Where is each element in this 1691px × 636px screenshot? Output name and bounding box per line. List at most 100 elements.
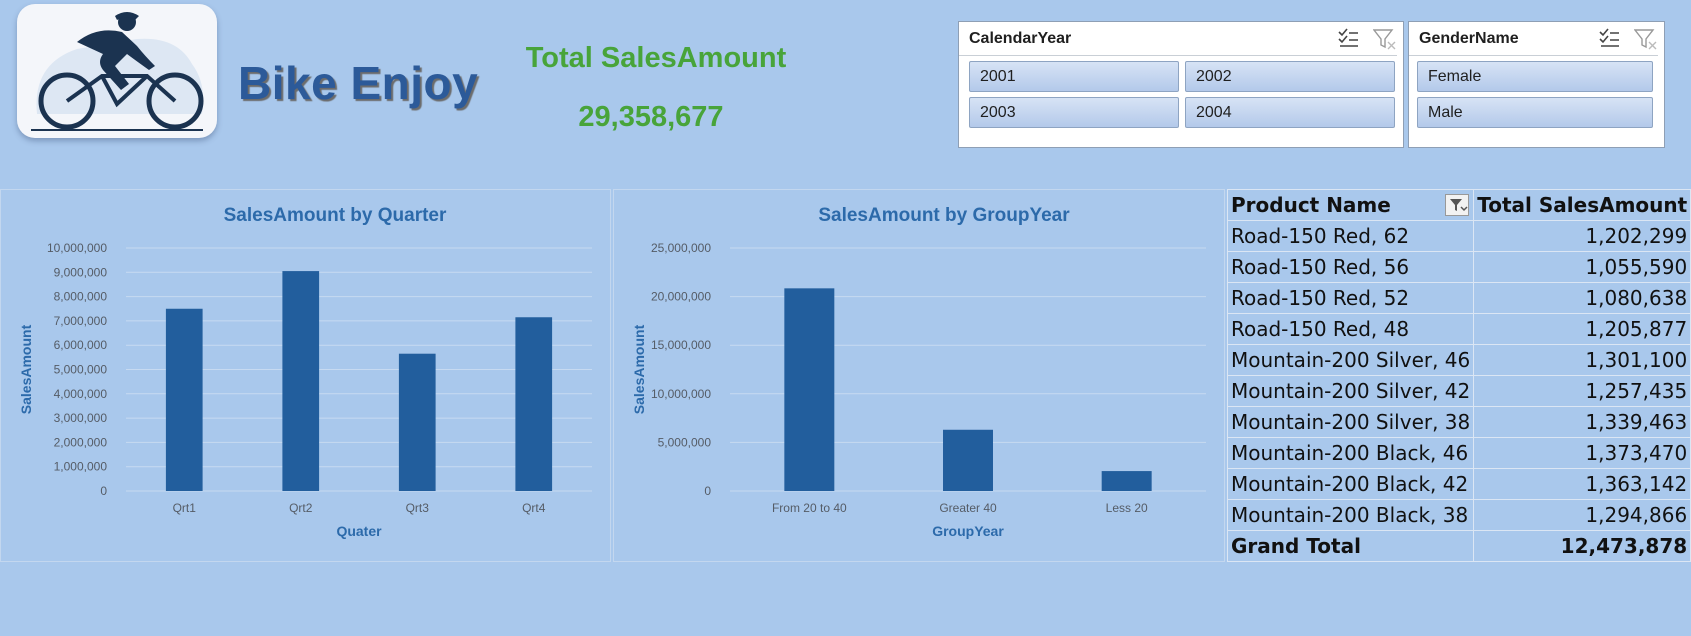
product-name-cell[interactable]: Mountain-200 Black, 42	[1226, 468, 1475, 500]
header-label: Product Name	[1231, 193, 1391, 217]
slicer-item-2003[interactable]: 2003	[969, 97, 1179, 128]
pivot-header-row: Product Name Total SalesAmount	[1226, 189, 1691, 221]
chart-svg: SalesAmount by GroupYear 0 5,000,000 10,000…	[631, 205, 1206, 539]
product-name-cell[interactable]: Mountain-200 Silver, 42	[1226, 375, 1475, 407]
chart-svg: SalesAmount by Quarter 0 1,000,000 2,000,00…	[18, 205, 592, 539]
x-tick-label: Qrt1	[173, 501, 197, 515]
sales-amount-cell[interactable]: 1,257,435	[1473, 375, 1691, 407]
x-axis-label: Quater	[336, 523, 382, 539]
slicer-item-male[interactable]: Male	[1417, 97, 1653, 128]
sales-amount-cell[interactable]: 1,205,877	[1473, 313, 1691, 345]
sales-amount-cell[interactable]: 1,339,463	[1473, 406, 1691, 438]
sales-amount-cell[interactable]: 1,294,866	[1473, 499, 1691, 531]
sales-amount-cell[interactable]: 1,363,142	[1473, 468, 1691, 500]
y-tick-label: 6,000,000	[54, 338, 108, 352]
x-axis-label: GroupYear	[932, 523, 1004, 539]
bar	[398, 353, 436, 491]
cyclist-icon	[31, 12, 204, 131]
table-row[interactable]: Mountain-200 Silver, 46 1,301,100	[1226, 344, 1691, 376]
pivot-header-total[interactable]: Total SalesAmount	[1473, 189, 1691, 221]
pivot-header-product[interactable]: Product Name	[1226, 189, 1475, 221]
slicer-item-2001[interactable]: 2001	[969, 61, 1179, 92]
y-tick-label: 5,000,000	[54, 363, 108, 377]
sales-amount-cell[interactable]: 1,202,299	[1473, 220, 1691, 252]
x-tick-label: From 20 to 40	[772, 501, 847, 515]
bar	[784, 288, 835, 491]
product-name-cell[interactable]: Mountain-200 Silver, 38	[1226, 406, 1475, 438]
x-tick-label: Qrt2	[289, 501, 313, 515]
product-name-cell[interactable]: Road-150 Red, 48	[1226, 313, 1475, 345]
sales-amount-cell[interactable]: 1,373,470	[1473, 437, 1691, 469]
grand-total-row[interactable]: Grand Total 12,473,878	[1226, 530, 1691, 562]
y-tick-label: 20,000,000	[651, 290, 711, 304]
bike-logo	[17, 4, 217, 138]
table-row[interactable]: Road-150 Red, 52 1,080,638	[1226, 282, 1691, 314]
x-tick-label: Greater 40	[939, 501, 997, 515]
product-name-cell[interactable]: Mountain-200 Black, 46	[1226, 437, 1475, 469]
kpi-title: Total SalesAmount	[525, 42, 787, 74]
table-row[interactable]: Mountain-200 Black, 42 1,363,142	[1226, 468, 1691, 500]
table-row[interactable]: Road-150 Red, 62 1,202,299	[1226, 220, 1691, 252]
slicer-header: GenderName	[1409, 22, 1658, 56]
grand-total-label: Grand Total	[1226, 530, 1475, 562]
y-tick-label: 0	[704, 484, 711, 498]
y-tick-label: 7,000,000	[54, 314, 108, 328]
y-tick-label: 9,000,000	[54, 265, 108, 279]
clear-filter-icon[interactable]	[1373, 28, 1397, 50]
sales-amount-cell[interactable]: 1,080,638	[1473, 282, 1691, 314]
product-name-cell[interactable]: Road-150 Red, 62	[1226, 220, 1475, 252]
y-axis-label: SalesAmount	[631, 324, 647, 414]
pivot-table: Product Name Total SalesAmount Road-150 …	[1226, 189, 1691, 562]
y-tick-label: 5,000,000	[658, 435, 712, 449]
table-row[interactable]: Mountain-200 Silver, 42 1,257,435	[1226, 375, 1691, 407]
y-tick-label: 3,000,000	[54, 411, 108, 425]
sales-amount-cell[interactable]: 1,055,590	[1473, 251, 1691, 283]
table-row[interactable]: Mountain-200 Silver, 38 1,339,463	[1226, 406, 1691, 438]
bar	[1101, 471, 1152, 491]
multi-select-icon[interactable]	[1598, 28, 1620, 48]
slicer-item-2004[interactable]: 2004	[1185, 97, 1395, 128]
bar	[943, 429, 993, 491]
table-row[interactable]: Mountain-200 Black, 38 1,294,866	[1226, 499, 1691, 531]
y-tick-label: 15,000,000	[651, 338, 711, 352]
y-axis-label: SalesAmount	[18, 324, 34, 414]
chart-title: SalesAmount by Quarter	[224, 205, 447, 226]
bar	[165, 308, 203, 491]
slicer-header: CalendarYear	[959, 22, 1397, 56]
slicer-gender-name: GenderName Female Male	[1408, 21, 1665, 148]
slicer-item-female[interactable]: Female	[1417, 61, 1653, 92]
slicer-calendar-year: CalendarYear 2001 2002 2003 2004	[958, 21, 1404, 148]
y-tick-label: 8,000,000	[54, 290, 108, 304]
y-tick-label: 0	[100, 484, 107, 498]
product-name-cell[interactable]: Mountain-200 Black, 38	[1226, 499, 1475, 531]
y-tick-label: 1,000,000	[54, 460, 108, 474]
chart-sales-by-quarter[interactable]: SalesAmount by Quarter 0 1,000,000 2,000,00…	[0, 189, 611, 562]
slicer-item-2002[interactable]: 2002	[1185, 61, 1395, 92]
sales-amount-cell[interactable]: 1,301,100	[1473, 344, 1691, 376]
product-name-cell[interactable]: Road-150 Red, 56	[1226, 251, 1475, 283]
product-name-cell[interactable]: Road-150 Red, 52	[1226, 282, 1475, 314]
multi-select-icon[interactable]	[1337, 28, 1359, 48]
y-tick-label: 10,000,000	[651, 387, 711, 401]
chart-title: SalesAmount by GroupYear	[818, 205, 1070, 226]
filter-dropdown-icon[interactable]	[1445, 194, 1470, 216]
y-tick-label: 4,000,000	[54, 387, 108, 401]
product-name-cell[interactable]: Mountain-200 Silver, 46	[1226, 344, 1475, 376]
table-row[interactable]: Road-150 Red, 48 1,205,877	[1226, 313, 1691, 345]
grand-total-value: 12,473,878	[1473, 530, 1691, 562]
clear-filter-icon[interactable]	[1634, 28, 1658, 50]
chart-sales-by-groupyear[interactable]: SalesAmount by GroupYear 0 5,000,000 10,000…	[613, 189, 1225, 562]
bar	[282, 271, 320, 491]
bar	[515, 317, 553, 491]
x-tick-label: Qrt3	[406, 501, 430, 515]
table-row[interactable]: Road-150 Red, 56 1,055,590	[1226, 251, 1691, 283]
table-row[interactable]: Mountain-200 Black, 46 1,373,470	[1226, 437, 1691, 469]
slicer-title: CalendarYear	[969, 29, 1072, 47]
x-tick-label: Qrt4	[522, 501, 546, 515]
x-tick-label: Less 20	[1106, 501, 1148, 515]
kpi-value: 29,358,677	[578, 101, 724, 133]
brand-title: Bike Enjoy	[238, 57, 479, 109]
slicer-title: GenderName	[1419, 29, 1519, 47]
y-tick-label: 10,000,000	[47, 241, 107, 255]
y-tick-label: 25,000,000	[651, 241, 711, 255]
